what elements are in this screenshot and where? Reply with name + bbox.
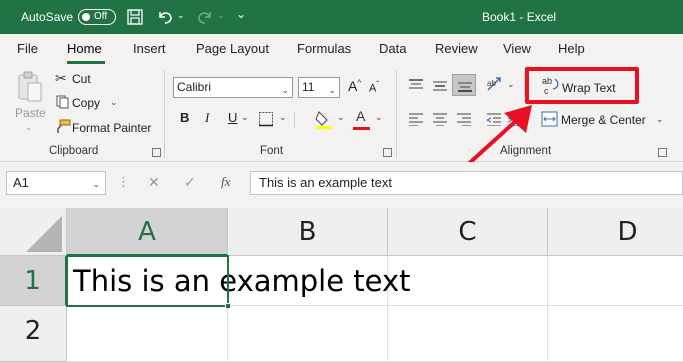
- fill-color-icon[interactable]: [314, 108, 334, 130]
- column-header-b[interactable]: B: [228, 208, 388, 256]
- autosave-toggle[interactable]: Off: [78, 9, 116, 25]
- tab-help[interactable]: Help: [558, 34, 585, 64]
- underline-dropdown-icon[interactable]: ⌄: [241, 112, 249, 123]
- fill-color-dropdown-icon[interactable]: ⌄: [337, 112, 345, 123]
- cell-d2[interactable]: [548, 306, 683, 362]
- save-icon[interactable]: [127, 9, 143, 25]
- wrap-text-highlight: [525, 67, 639, 104]
- alignment-launcher-icon[interactable]: [658, 148, 667, 157]
- bold-button[interactable]: B: [180, 110, 189, 125]
- cell-d1[interactable]: [548, 256, 683, 306]
- fill-handle[interactable]: [225, 303, 231, 309]
- bottom-align-icon: [458, 82, 472, 92]
- font-color-dropdown-icon[interactable]: ⌄: [375, 112, 383, 123]
- select-all-icon: [26, 216, 62, 252]
- font-name-select[interactable]: Calibri ⌄: [173, 77, 293, 98]
- top-align-icon[interactable]: [408, 78, 424, 92]
- redo-dropdown-icon[interactable]: ⌄: [217, 10, 225, 21]
- cell-c2[interactable]: [388, 306, 548, 362]
- merge-center-button[interactable]: Merge & Center: [561, 113, 646, 127]
- autosave-state: Off: [94, 11, 108, 22]
- copy-dropdown-icon[interactable]: ⌄: [110, 97, 118, 108]
- undo-dropdown-icon[interactable]: ⌄: [177, 10, 185, 21]
- font-name-value: Calibri: [177, 80, 212, 94]
- font-size-select[interactable]: 11 ⌄: [298, 77, 340, 98]
- tab-review[interactable]: Review: [435, 34, 478, 64]
- font-color-swatch: [353, 127, 370, 130]
- align-left-icon[interactable]: [408, 112, 424, 126]
- column-header-a[interactable]: A: [67, 208, 228, 256]
- column-header-c[interactable]: C: [388, 208, 548, 256]
- format-painter-button[interactable]: Format Painter: [72, 121, 151, 135]
- select-all-corner[interactable]: [0, 208, 67, 256]
- clipboard-launcher-icon[interactable]: [152, 148, 161, 157]
- merge-dropdown-icon[interactable]: ⌄: [656, 114, 664, 125]
- scissors-icon: ✂: [55, 70, 67, 86]
- toggle-knob: [82, 13, 90, 21]
- customize-toolbar-icon[interactable]: ⌄: [236, 7, 246, 21]
- paste-dropdown-icon[interactable]: ⌄: [25, 122, 33, 133]
- tab-file[interactable]: File: [17, 34, 38, 64]
- formula-bar-grip-icon[interactable]: ⋮: [117, 174, 131, 190]
- clipboard-group-label: Clipboard: [49, 145, 99, 157]
- font-name-dropdown-icon[interactable]: ⌄: [281, 81, 289, 100]
- tab-page-layout[interactable]: Page Layout: [196, 34, 269, 64]
- formula-bar: A1 ⌄ ⋮ ✕ ✓ fx This is an example text: [0, 162, 683, 208]
- tab-view[interactable]: View: [503, 34, 531, 64]
- insert-function-icon[interactable]: fx: [221, 174, 230, 190]
- orientation-icon[interactable]: ab: [486, 76, 504, 92]
- cancel-icon[interactable]: ✕: [148, 174, 160, 191]
- selected-cell-border: [66, 255, 229, 307]
- name-box[interactable]: A1 ⌄: [6, 171, 106, 195]
- orientation-dropdown-icon[interactable]: ⌄: [507, 79, 515, 90]
- cut-button[interactable]: Cut: [72, 72, 91, 86]
- cell-c1[interactable]: [388, 256, 548, 306]
- borders-dropdown-icon[interactable]: ⌄: [279, 112, 287, 123]
- paste-icon[interactable]: [17, 71, 43, 103]
- bottom-align-button[interactable]: [452, 74, 476, 96]
- italic-button[interactable]: I: [205, 110, 209, 126]
- enter-icon[interactable]: ✓: [184, 174, 196, 191]
- decrease-font-size-button[interactable]: Aˇ: [369, 80, 379, 95]
- column-header-d[interactable]: D: [548, 208, 683, 256]
- copy-icon: [56, 95, 69, 109]
- tab-data[interactable]: Data: [379, 34, 406, 64]
- group-divider: [164, 70, 165, 158]
- autosave-label: AutoSave: [21, 10, 74, 24]
- underline-button[interactable]: U: [228, 110, 237, 125]
- formula-input[interactable]: This is an example text: [250, 171, 683, 195]
- tab-insert[interactable]: Insert: [133, 34, 166, 64]
- font-group-label: Font: [260, 145, 284, 157]
- merge-center-icon: [541, 111, 558, 127]
- svg-text:ab: ab: [487, 79, 496, 88]
- tab-formulas[interactable]: Formulas: [297, 34, 351, 64]
- font-launcher-icon[interactable]: [383, 148, 392, 157]
- row-header-1[interactable]: 1: [0, 256, 67, 306]
- title-bar: AutoSave Off ⌄ ⌄ ⌄ Book1 - Excel: [0, 0, 683, 34]
- name-box-dropdown-icon[interactable]: ⌄: [92, 173, 100, 195]
- group-divider: [396, 70, 397, 158]
- font-divider: [294, 111, 295, 129]
- redo-icon[interactable]: [196, 9, 214, 25]
- name-box-value: A1: [13, 175, 29, 190]
- format-painter-icon: [57, 119, 71, 133]
- middle-align-icon[interactable]: [432, 78, 448, 92]
- formula-value: This is an example text: [259, 175, 392, 190]
- window-title: Book1 - Excel: [482, 10, 557, 24]
- increase-font-size-button[interactable]: A^: [348, 78, 361, 94]
- font-size-value: 11: [302, 80, 315, 94]
- cell-b2[interactable]: [228, 306, 388, 362]
- ribbon-tabs: File Home Insert Page Layout Formulas Da…: [0, 34, 683, 64]
- borders-icon[interactable]: [258, 111, 274, 127]
- font-size-dropdown-icon[interactable]: ⌄: [328, 81, 336, 100]
- paste-label[interactable]: Paste: [15, 106, 46, 120]
- cell-a2[interactable]: [67, 306, 228, 362]
- copy-button[interactable]: Copy: [72, 96, 100, 110]
- font-color-glyph: A: [356, 108, 366, 124]
- undo-icon[interactable]: [156, 9, 174, 25]
- row-header-2[interactable]: 2: [0, 306, 67, 362]
- tab-home[interactable]: Home: [67, 34, 102, 64]
